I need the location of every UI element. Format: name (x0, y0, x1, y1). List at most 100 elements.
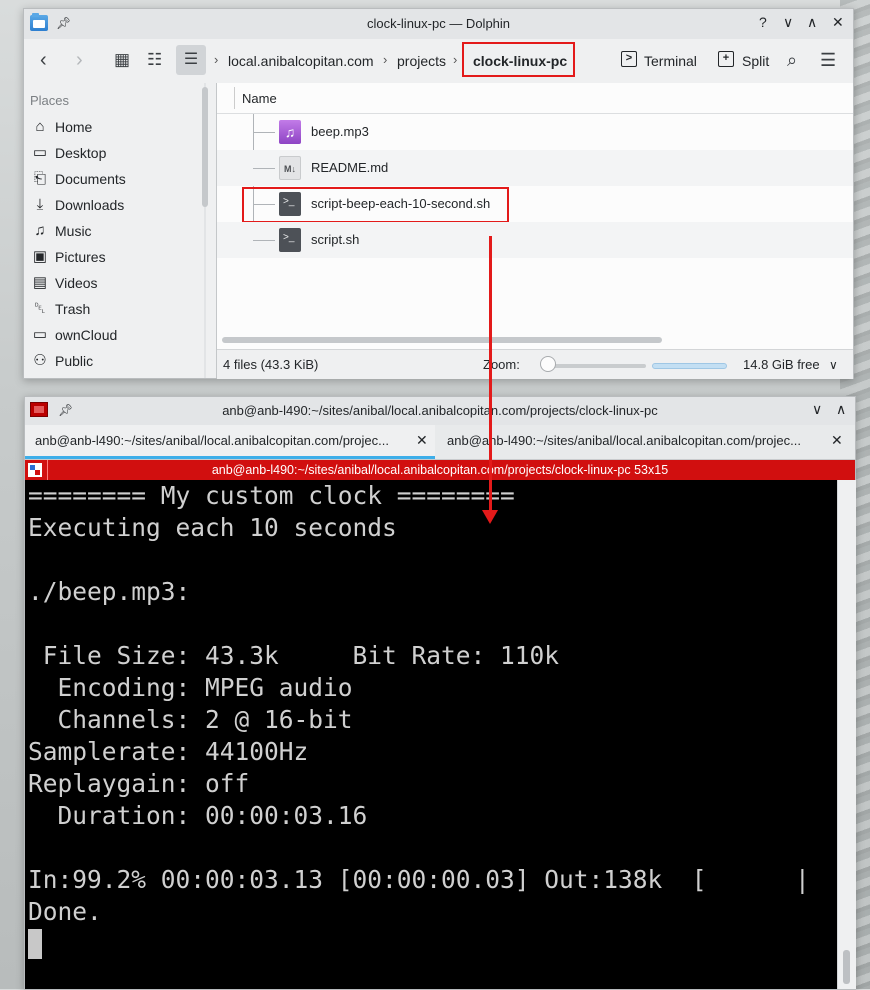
dolphin-body: Places ⌂ Home ▭ Desktop ⎗ Documents ⤓ Downlo… (24, 83, 853, 379)
highlight-box-script (242, 187, 509, 223)
column-header-name[interactable]: Name (217, 83, 853, 114)
horizontal-scrollbar[interactable] (222, 337, 662, 343)
tree-branch (253, 168, 275, 169)
terminal-line: Samplerate: 44100Hz (28, 737, 309, 766)
icons-view-button[interactable]: ▦ (114, 49, 130, 71)
places-item-label: Desktop (55, 145, 107, 161)
maximize-icon[interactable]: ∧ (836, 401, 846, 418)
places-item-trash[interactable]: ␡ Trash (31, 297, 211, 321)
menu-icon[interactable]: ☰ (820, 49, 836, 71)
column-header-label: Name (242, 91, 277, 106)
folder-icon: ▭ (32, 326, 48, 343)
breadcrumb-item-host[interactable]: local.anibalcopitan.com (228, 53, 374, 69)
konsole-titlebar[interactable]: 📌︎ anb@anb-l490:~/sites/anibal/local.ani… (25, 397, 855, 425)
back-button[interactable]: ‹ (40, 49, 47, 71)
terminal-line: Executing each 10 seconds (28, 513, 397, 542)
forward-button[interactable]: › (76, 49, 83, 71)
home-icon: ⌂ (35, 118, 45, 135)
file-row-readme[interactable]: M↓ README.md (217, 150, 853, 186)
terminal-button[interactable]: Terminal (644, 53, 697, 69)
terminal-line: Duration: 00:00:03.16 (28, 801, 368, 830)
terminal-line: File Size: 43.3k Bit Rate: 110k (28, 641, 560, 670)
places-item-label: Videos (55, 275, 98, 291)
places-item-label: Music (55, 223, 92, 239)
zoom-slider-track[interactable] (542, 364, 646, 368)
file-count: 4 files (43.3 KiB) (223, 357, 319, 372)
annotation-arrow-line (489, 236, 492, 512)
places-item-public[interactable]: ⚇ Public (31, 349, 211, 373)
places-title: Places (30, 93, 70, 108)
dolphin-titlebar[interactable]: 📌︎ clock-linux-pc — Dolphin ? ∨ ∧ ✕ (24, 9, 853, 39)
terminal-icon[interactable]: > (621, 51, 637, 67)
zoom-slider-handle[interactable] (540, 356, 556, 372)
file-list: Name ♫ beep.mp3 M↓ README.md >_ script-b… (217, 83, 853, 349)
annotation-arrow-head (482, 510, 498, 524)
tab-label: anb@anb-l490:~/sites/anibal/local.anibal… (447, 433, 801, 448)
trash-icon: ␡ (33, 300, 46, 317)
audio-file-icon: ♫ (279, 120, 301, 144)
search-icon[interactable]: ⌕ (787, 49, 797, 71)
places-item-label: Downloads (55, 197, 125, 213)
breadcrumb-separator-icon: › (383, 52, 388, 67)
scrollbar-thumb[interactable] (843, 950, 850, 984)
window-title: clock-linux-pc — Dolphin (366, 16, 511, 31)
places-item-label: ownCloud (55, 327, 118, 343)
split-icon[interactable]: + (718, 51, 734, 67)
details-view-button[interactable]: ☰ (176, 45, 206, 75)
videos-icon: ▤ (32, 274, 48, 291)
tab-label: anb@anb-l490:~/sites/anibal/local.anibal… (35, 433, 389, 448)
compact-view-button[interactable]: ☷ (147, 49, 162, 71)
file-name: beep.mp3 (311, 124, 369, 139)
tree-branch (253, 240, 275, 241)
places-item-music[interactable]: ♫ Music (31, 219, 211, 243)
file-row-beep-mp3[interactable]: ♫ beep.mp3 (217, 114, 853, 150)
dolphin-window: 📌︎ clock-linux-pc — Dolphin ? ∨ ∧ ✕ ‹ › … (23, 8, 854, 379)
breadcrumb-item-projects[interactable]: projects (397, 53, 446, 69)
konsole-tab-bar: anb@anb-l490:~/sites/anibal/local.anibal… (25, 425, 855, 460)
konsole-tab-1[interactable]: anb@anb-l490:~/sites/anibal/local.anibal… (25, 425, 435, 459)
minimize-icon[interactable]: ∨ (812, 401, 822, 418)
breadcrumb-item-current[interactable]: clock-linux-pc (473, 53, 567, 69)
places-item-documents[interactable]: ⎗ Documents (31, 167, 211, 191)
file-name: script.sh (311, 232, 360, 247)
shell-script-icon: >_ (279, 228, 301, 252)
places-item-label: Trash (55, 301, 91, 317)
places-item-desktop[interactable]: ▭ Desktop (31, 141, 211, 165)
breadcrumb-separator-icon: › (453, 52, 458, 67)
terminal-cursor (28, 929, 42, 959)
maximize-icon[interactable]: ∧ (807, 14, 817, 31)
split-button[interactable]: Split (742, 53, 769, 69)
desktop-icon: ▭ (32, 144, 48, 161)
music-icon: ♫ (34, 222, 46, 239)
chevron-down-icon[interactable]: ∨ (829, 358, 838, 372)
terminal-output[interactable]: ======== My custom clock ======== Executi… (25, 480, 837, 989)
close-tab-icon[interactable]: ✕ (831, 432, 843, 449)
tree-branch (253, 132, 275, 133)
close-tab-icon[interactable]: ✕ (416, 432, 428, 449)
free-space-text[interactable]: 14.8 GiB free (743, 357, 820, 372)
downloads-icon: ⤓ (36, 196, 44, 213)
places-item-pictures[interactable]: ▣ Pictures (31, 245, 211, 269)
terminal-line: ./beep.mp3: (28, 577, 191, 606)
file-row-script[interactable]: >_ script.sh (217, 222, 853, 258)
terminal-scrollbar[interactable] (837, 480, 856, 989)
terminal-line: Replaygain: off (28, 769, 250, 798)
help-icon[interactable]: ? (759, 14, 767, 30)
places-item-label: Documents (55, 171, 126, 187)
places-item-home[interactable]: ⌂ Home (31, 115, 211, 139)
places-item-owncloud[interactable]: ▭ ownCloud (31, 323, 211, 347)
terminal-line: Channels: 2 @ 16-bit (28, 705, 353, 734)
konsole-tab-2[interactable]: anb@anb-l490:~/sites/anibal/local.anibal… (437, 425, 855, 459)
minimize-icon[interactable]: ∨ (783, 14, 793, 31)
places-item-label: Public (55, 353, 94, 369)
breadcrumb-separator-icon: › (214, 52, 219, 67)
close-icon[interactable]: ✕ (832, 14, 844, 31)
free-space-bar (652, 363, 727, 369)
places-item-videos[interactable]: ▤ Videos (31, 271, 211, 295)
status-bar: 4 files (43.3 KiB) Zoom: 14.8 GiB free ∨ (217, 349, 853, 379)
file-name: README.md (311, 160, 389, 175)
places-item-downloads[interactable]: ⤓ Downloads (31, 193, 211, 217)
terminal-line: Done. (28, 897, 102, 926)
